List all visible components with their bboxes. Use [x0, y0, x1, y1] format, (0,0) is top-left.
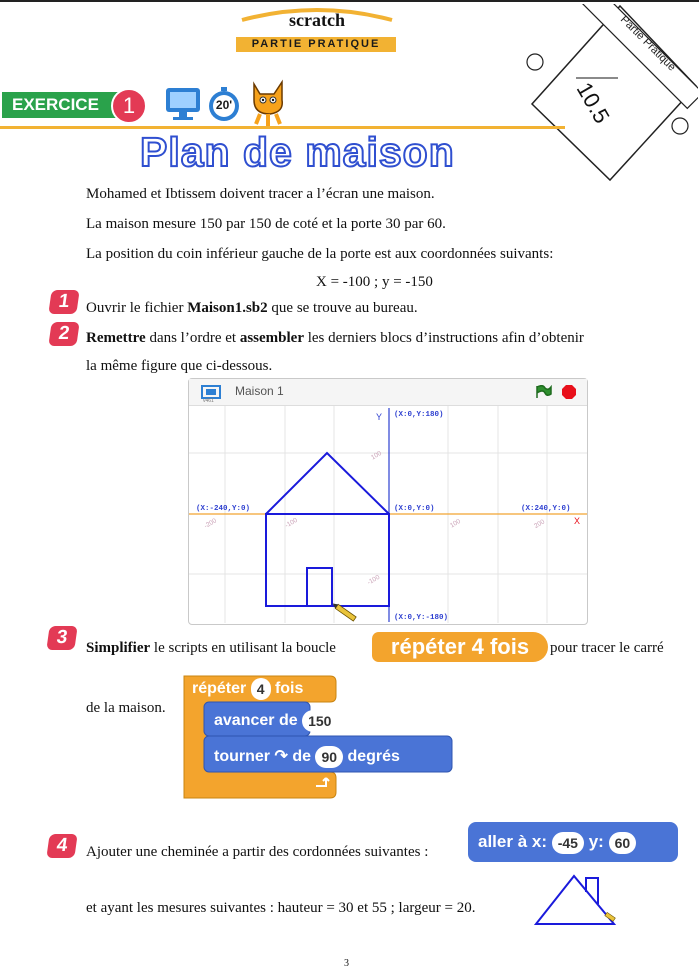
- step-3-text-2: pour tracer le carré: [550, 640, 664, 656]
- main-title: Plan de maison: [140, 128, 455, 176]
- main-title-text: Plan de maison: [140, 129, 455, 175]
- repeat-block-header[interactable]: répéter 4 fois: [192, 678, 303, 700]
- move-block[interactable]: avancer de 150: [214, 710, 338, 732]
- tick-x-minus-100: -100: [284, 517, 299, 530]
- step-2-text: Remettre dans l’ordre et assembler les d…: [86, 330, 584, 347]
- stop-icon[interactable]: [561, 384, 577, 400]
- step-4-text: Ajouter une cheminée a partir des cordon…: [86, 844, 429, 860]
- turn-block[interactable]: tourner ↷ de 90 degrés: [214, 746, 400, 768]
- label-center: (X:0,Y:0): [394, 505, 435, 513]
- tick-y-minus-100: -100: [366, 574, 381, 587]
- turn-word-2: de: [292, 748, 311, 766]
- goto-x-input[interactable]: -45: [551, 831, 584, 854]
- step-1-filename: Maison1.sb2: [187, 300, 268, 316]
- step-1-badge: 1: [48, 290, 80, 314]
- chimney-roof-sketch: [533, 874, 617, 925]
- step-4-badge: 4: [46, 834, 78, 858]
- header-title: scratch: [289, 10, 345, 30]
- tick-x-minus-200: -200: [203, 517, 218, 530]
- intro-line-1: Mohamed et Ibtissem doivent tracer a l’é…: [86, 186, 435, 202]
- repeat-count-input[interactable]: 4: [250, 678, 271, 700]
- scratch-stage: v461 Maison 1 Y X (X:0,Y:180) (X:-240,Y:…: [188, 378, 588, 625]
- step-2-text-1: dans l’ordre et: [145, 330, 240, 346]
- turn-degrees-input[interactable]: 90: [315, 746, 344, 768]
- step-1-suffix: que se trouve au bureau.: [267, 300, 418, 316]
- monitor-icon: [166, 88, 200, 120]
- step-2-badge: 2: [48, 322, 80, 346]
- header-subtitle: Partie pratique: [236, 37, 396, 52]
- stage-title: Maison 1: [235, 384, 284, 398]
- rotate-right-icon: ↷: [274, 748, 288, 766]
- timer-label: 20': [215, 98, 233, 112]
- step-2-bold-2: assembler: [239, 330, 304, 346]
- label-left: (X:-240,Y:0): [196, 505, 250, 513]
- turn-word-3: degrés: [347, 748, 400, 766]
- timer-icon: 20': [206, 86, 242, 122]
- step-2-bold-1: Remettre: [86, 330, 146, 346]
- step-1-prefix: Ouvrir le fichier: [86, 300, 188, 316]
- move-word: avancer de: [214, 712, 298, 730]
- stage-version: v461: [203, 398, 214, 404]
- stage-mode-icon[interactable]: [201, 385, 221, 399]
- y-axis-label: Y: [376, 412, 382, 422]
- goto-y-input[interactable]: 60: [608, 831, 637, 854]
- label-bottom: (X:0,Y:-180): [394, 614, 448, 622]
- repeat-block-stack: répéter 4 fois avancer de 150 tourner ↷ …: [180, 672, 458, 802]
- repeat-word-2: fois: [274, 680, 304, 698]
- scratch-cat-icon: [253, 79, 283, 126]
- top-rule: [0, 0, 699, 2]
- step-2-line-2: la même figure que ci-dessous.: [86, 358, 273, 374]
- corner-scroll: Partie Pratique 10.5: [526, 4, 698, 182]
- page-number: 3: [344, 958, 349, 969]
- label-top: (X:0,Y:180): [394, 411, 444, 419]
- goto-y-label: y:: [588, 832, 604, 851]
- green-flag-icon[interactable]: [535, 385, 553, 399]
- turn-word: tourner: [214, 748, 270, 766]
- x-axis-label: X: [574, 516, 580, 526]
- goto-xy-block[interactable]: aller à x: -45 y: 60: [468, 822, 678, 862]
- repeat-4-button[interactable]: répéter 4 fois: [372, 632, 548, 662]
- intro-coordinates: X = -100 ; y = -150: [316, 274, 433, 290]
- repeat-word: répéter: [192, 680, 247, 698]
- header-banner: scratch Partie pratique: [222, 4, 412, 58]
- intro-line-3: La position du coin inférieur gauche de …: [86, 246, 554, 262]
- label-right: (X:240,Y:0): [521, 505, 571, 513]
- step-3-bold: Simplifier: [86, 640, 151, 656]
- step-2-text-2: les derniers blocs d’instructions afin d…: [303, 330, 584, 346]
- tick-x-200: 200: [533, 518, 546, 530]
- exercise-number: 1: [111, 88, 147, 124]
- tick-y-100: 100: [370, 450, 383, 462]
- step-3-badge: 3: [46, 626, 78, 650]
- step-3-text-1: le scripts en utilisant la boucle: [150, 640, 336, 656]
- goto-word: aller à x:: [478, 832, 547, 851]
- step-3-line-2: de la maison.: [86, 700, 166, 716]
- intro-line-2: La maison mesure 150 par 150 de coté et …: [86, 216, 446, 232]
- step-1-text: Ouvrir le fichier Maison1.sb2 que se tro…: [86, 300, 418, 317]
- step-3-text-a: Simplifier le scripts en utilisant la bo…: [86, 640, 336, 657]
- move-steps-input[interactable]: 150: [302, 710, 338, 732]
- tick-x-100: 100: [449, 518, 462, 530]
- step-4-line-2: et ayant les mesures suivantes : hauteur…: [86, 900, 476, 916]
- stage-canvas: Y X (X:0,Y:180) (X:-240,Y:0) (X:0,Y:0) (…: [189, 406, 587, 623]
